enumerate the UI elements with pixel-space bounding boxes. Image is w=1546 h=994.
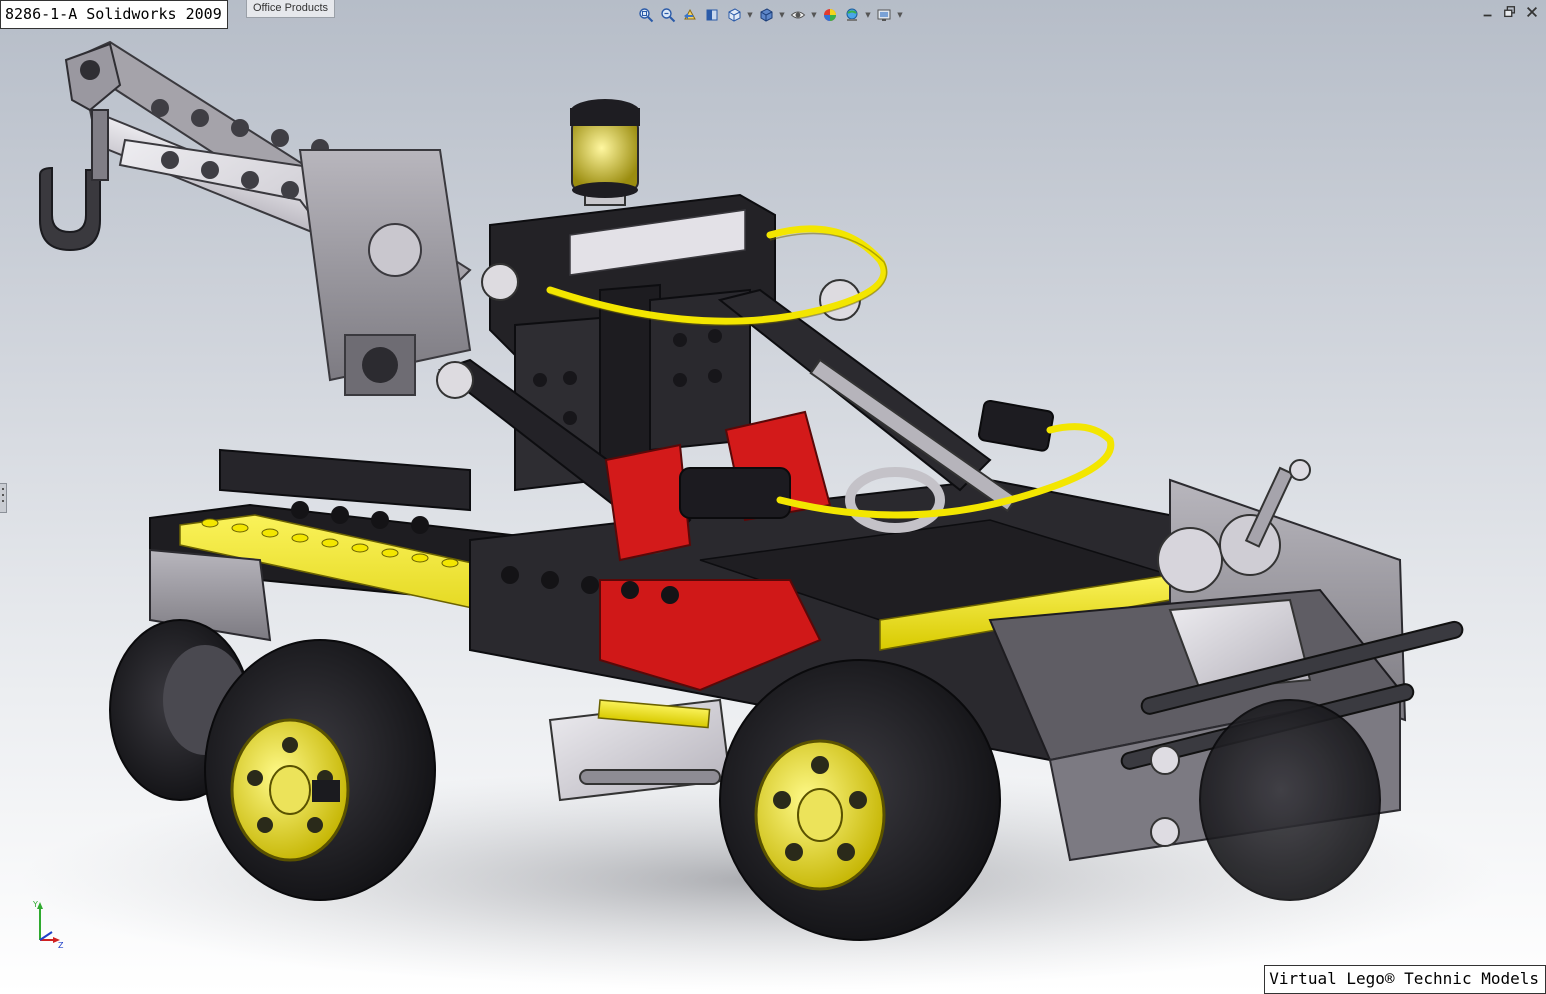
lego-truck-model[interactable] [0,0,1546,994]
front-axle [548,698,732,802]
front-right-wheel [719,659,1001,941]
view-orientation-icon[interactable] [724,5,744,25]
display-style-icon[interactable] [756,5,776,25]
beacon-lamp [570,99,640,206]
office-products-tab[interactable]: Office Products [246,0,335,18]
reference-triad-icon: Y Z [32,900,64,950]
view-settings-dropdown-icon[interactable]: ▼ [896,5,904,25]
minimize-icon[interactable] [1480,4,1496,20]
restore-icon[interactable] [1502,4,1518,20]
apply-scene-icon[interactable] [842,5,862,25]
section-view-icon[interactable] [702,5,722,25]
svg-text:Z: Z [58,941,64,950]
front-left-wheel [204,639,436,901]
view-settings-icon[interactable] [874,5,894,25]
apply-scene-dropdown-icon[interactable]: ▼ [864,5,872,25]
edit-appearance-icon[interactable] [820,5,840,25]
svg-text:Y: Y [32,900,38,909]
document-title: 8286-1-A Solidworks 2009 [0,0,228,29]
display-style-dropdown-icon[interactable]: ▼ [778,5,786,25]
crane-hook [39,42,122,252]
heads-up-view-toolbar: ▼ ▼ ▼ ▼ ▼ [636,4,904,26]
credit-label: Virtual Lego® Technic Models [1264,965,1546,994]
zoom-to-fit-icon[interactable] [636,5,656,25]
view-orientation-dropdown-icon[interactable]: ▼ [746,5,754,25]
close-icon[interactable] [1524,4,1540,20]
previous-view-icon[interactable] [680,5,700,25]
crane-boom [67,40,472,396]
window-controls [1480,4,1540,20]
zoom-to-area-icon[interactable] [658,5,678,25]
graphics-viewport[interactable]: 8286-1-A Solidworks 2009 Office Products… [0,0,1546,994]
hide-show-items-icon[interactable] [788,5,808,25]
feature-manager-collapse-handle[interactable] [0,483,7,513]
rear-right-wheel [1199,699,1381,901]
hide-show-dropdown-icon[interactable]: ▼ [810,5,818,25]
